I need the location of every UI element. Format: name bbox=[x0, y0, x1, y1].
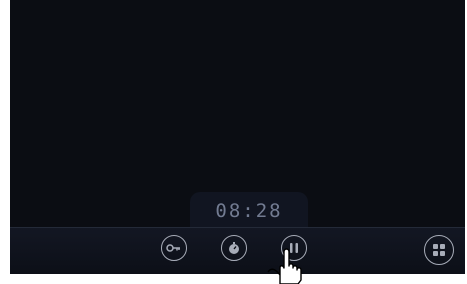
key-icon bbox=[166, 244, 180, 252]
pause-icon bbox=[290, 243, 298, 253]
timer-button[interactable] bbox=[221, 235, 247, 261]
stopwatch-icon bbox=[229, 242, 239, 254]
pause-button[interactable] bbox=[281, 235, 307, 261]
menu-button[interactable] bbox=[424, 235, 454, 265]
elapsed-time: 08:28 bbox=[215, 199, 283, 222]
video-screen: 08:28 bbox=[10, 0, 465, 274]
timer-display: 08:28 bbox=[190, 192, 308, 229]
key-button[interactable] bbox=[161, 235, 187, 261]
grid-icon bbox=[433, 244, 445, 256]
